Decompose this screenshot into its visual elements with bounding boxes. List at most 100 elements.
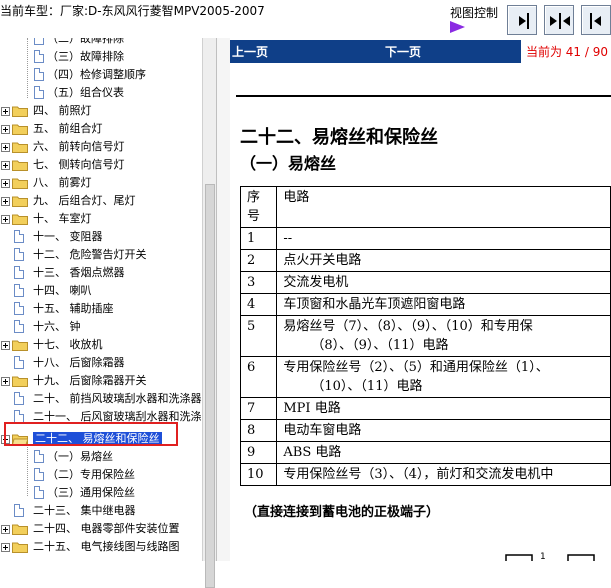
table-row: 8 电动车窗电路 [239, 419, 611, 442]
tree-item-label: 四、 前照灯 [33, 104, 92, 117]
tree-item-label: 六、 前转向信号灯 [33, 140, 125, 153]
document-icon [14, 248, 24, 261]
chapter-tree[interactable]: （二）故障排除 （三）故障排除 （四）检修调整顺序 （五）组合仪表四、 前照灯五、 前… [0, 38, 202, 561]
row-circuit-line: 专用保险丝号（3）、（4），前灯和交流发电机中 [283, 467, 554, 482]
tree-item[interactable]: 七、 侧转向信号灯 [0, 156, 202, 174]
row-circuit-line: 车顶窗和水晶光车顶遮阳窗电路 [283, 297, 466, 312]
table-row: 5 易熔丝号（7）、（8）、（9）、（10）和专用保 （8）、（9）、（11）电路 [239, 315, 611, 357]
header-no: 序号 [239, 186, 278, 228]
row-number: 9 [239, 441, 278, 464]
tree-item[interactable]: 八、 前雾灯 [0, 174, 202, 192]
folder-icon [12, 106, 28, 117]
tree-item-label: （三）故障排除 [47, 50, 124, 63]
document-icon [14, 284, 24, 297]
tree-item[interactable]: 十一、 变阻器 [0, 228, 202, 246]
expand-icon[interactable] [1, 179, 10, 188]
tree-item[interactable]: 二十五、 电气接线图与线路图 [0, 538, 202, 556]
tree-item[interactable]: （五）组合仪表 [0, 84, 202, 102]
header-rule [236, 95, 611, 97]
tree-item-label: （一）易熔丝 [47, 450, 113, 463]
row-number: 6 [239, 356, 278, 398]
tree-item-label: 七、 侧转向信号灯 [33, 158, 125, 171]
tree-item[interactable]: 六、 前转向信号灯 [0, 138, 202, 156]
expand-icon[interactable] [1, 377, 10, 386]
highlight-box [4, 422, 178, 446]
view-btn-3[interactable] [581, 5, 611, 35]
play-triangle-icon[interactable] [450, 21, 465, 33]
expand-icon[interactable] [1, 341, 10, 350]
tree-item[interactable]: 十五、 辅助插座 [0, 300, 202, 318]
tree-item-label: 十八、 后窗除霜器 [33, 356, 125, 369]
document-icon [34, 450, 44, 463]
row-circuit-line: 电动车窗电路 [283, 423, 362, 438]
document-icon [34, 486, 44, 499]
tree-item[interactable]: （三）故障排除 [0, 48, 202, 66]
document-icon [14, 320, 24, 333]
expand-icon[interactable] [1, 161, 10, 170]
row-circuit: MPI 电路 [276, 397, 611, 420]
view-btn-2-icon [550, 13, 570, 29]
view-btn-1[interactable] [507, 5, 537, 35]
tree-item-label: （五）组合仪表 [47, 86, 124, 99]
prev-page-link[interactable]: 上一页 [232, 43, 268, 60]
tree-item[interactable]: 十七、 收放机 [0, 336, 202, 354]
tree-item[interactable]: 十四、 喇叭 [0, 282, 202, 300]
row-circuit-line: -- [283, 231, 293, 246]
pane-splitter[interactable] [216, 38, 230, 561]
table-row: 2 点火开关电路 [239, 249, 611, 272]
row-circuit-line: 点火开关电路 [283, 253, 362, 268]
expand-icon[interactable] [1, 543, 10, 552]
table-row: 10 专用保险丝号（3）、（4），前灯和交流发电机中 [239, 463, 611, 486]
document-icon [14, 504, 24, 517]
table-row: 6 专用保险丝号（2）、（5）和通用保险丝（1）、 （10）、（11）电路 [239, 356, 611, 398]
document-icon [34, 38, 44, 45]
tree-item[interactable]: 九、 后组合灯、尾灯 [0, 192, 202, 210]
tree-item[interactable]: 二十四、 电器零部件安装位置 [0, 520, 202, 538]
table-row: 3 交流发电机 [239, 271, 611, 294]
header-circuit: 电路 [276, 186, 611, 228]
tree-item[interactable]: （三）通用保险丝 [0, 484, 202, 502]
expand-icon[interactable] [1, 525, 10, 534]
view-btn-2[interactable] [544, 5, 574, 35]
tree-item[interactable]: 二十三、 集中继电器 [0, 502, 202, 520]
tree-item-label: 二十三、 集中继电器 [33, 504, 136, 517]
tree-item[interactable]: 十八、 后窗除霜器 [0, 354, 202, 372]
connector-figure: 1 [505, 552, 595, 561]
next-page-link[interactable]: 下一页 [385, 43, 421, 60]
tree-item[interactable]: （一）易熔丝 [0, 448, 202, 466]
document-icon [14, 230, 24, 243]
tree-item[interactable]: 十三、 香烟点燃器 [0, 264, 202, 282]
expand-icon[interactable] [1, 197, 10, 206]
tree-scrollbar[interactable] [202, 38, 216, 588]
tree-item[interactable]: 十、 车室灯 [0, 210, 202, 228]
document-pane[interactable]: 二十二、易熔丝和保险丝 （一）易熔丝 序号 电路 1 -- 2 点火开关电路 3 交流发电… [230, 63, 611, 561]
tree-item-label: （三）通用保险丝 [47, 486, 135, 499]
row-circuit-line: （8）、（9）、（11）电路 [311, 338, 449, 353]
expand-icon[interactable] [1, 215, 10, 224]
row-circuit: ABS 电路 [276, 441, 611, 464]
row-number: 5 [239, 315, 278, 357]
tree-scrollbar-thumb[interactable] [205, 184, 215, 588]
expand-icon[interactable] [1, 143, 10, 152]
tree-item[interactable]: （四）检修调整顺序 [0, 66, 202, 84]
row-circuit: 交流发电机 [276, 271, 611, 294]
expand-icon[interactable] [1, 107, 10, 116]
tree-item[interactable]: 十九、 后窗除霜器开关 [0, 372, 202, 390]
folder-icon [12, 196, 28, 207]
folder-icon [12, 542, 28, 553]
row-circuit-line: MPI 电路 [283, 401, 341, 416]
row-number: 1 [239, 227, 278, 250]
tree-item-label: 十一、 变阻器 [33, 230, 103, 243]
tree-item[interactable]: 十二、 危险警告灯开关 [0, 246, 202, 264]
folder-icon [12, 376, 28, 387]
tree-item[interactable]: 五、 前组合灯 [0, 120, 202, 138]
tree-item[interactable]: 十六、 钟 [0, 318, 202, 336]
row-circuit-line: 易熔丝号（7）、（8）、（9）、（10）和专用保 [283, 319, 533, 334]
tree-item[interactable]: 二十、 前挡风玻璃刮水器和洗涤器 [0, 390, 202, 408]
expand-icon[interactable] [1, 125, 10, 134]
tree-item[interactable]: （二）专用保险丝 [0, 466, 202, 484]
tree-item[interactable]: （二）故障排除 [0, 38, 202, 48]
tree-item[interactable]: 四、 前照灯 [0, 102, 202, 120]
tree-item-label: 十三、 香烟点燃器 [33, 266, 125, 279]
page-position: 当前为 41 / 90 [520, 40, 611, 63]
